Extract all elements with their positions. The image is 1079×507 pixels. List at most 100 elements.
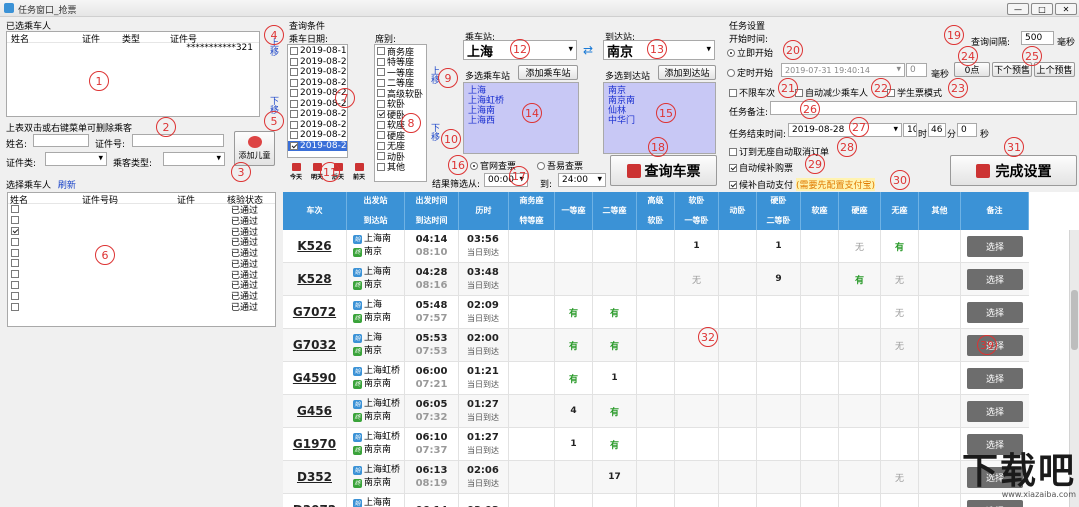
- train-number-link[interactable]: G1970: [293, 437, 336, 451]
- official-radio[interactable]: [470, 161, 478, 170]
- grid-header-cell[interactable]: 动卧: [719, 192, 757, 230]
- grid-header-cell[interactable]: 高级 软卧: [637, 192, 675, 230]
- train-number-link[interactable]: D352: [297, 470, 332, 484]
- table-row[interactable]: G7072 始上海终南京南 05:48 07:57 02:09 当日到达 有 有 无 选择: [283, 296, 1029, 329]
- add-child-button[interactable]: 添加儿童: [234, 131, 275, 166]
- passenger-checkbox[interactable]: [11, 237, 19, 246]
- timed-option[interactable]: 定时开始: [727, 66, 773, 79]
- day-button[interactable]: 后天: [329, 163, 347, 181]
- date-item[interactable]: 2019-08-25: [288, 109, 347, 120]
- to-select[interactable]: 南京: [603, 40, 715, 60]
- train-number-link[interactable]: G4590: [293, 371, 336, 385]
- add-from-station-button[interactable]: 添加乘车站: [518, 65, 578, 80]
- idtype-select[interactable]: [45, 152, 107, 166]
- auto-reduce-checkbox[interactable]: [795, 88, 803, 97]
- timed-radio[interactable]: [727, 68, 735, 77]
- passenger-checkbox[interactable]: [11, 291, 19, 300]
- candidate-option[interactable]: 自动候补购票: [729, 161, 793, 174]
- passenger-checkbox[interactable]: [11, 259, 19, 268]
- grid-header-cell[interactable]: 出发时间 到达时间: [405, 192, 459, 230]
- table-row[interactable]: 已通过: [8, 301, 275, 313]
- grid-header-cell[interactable]: 一等座: [555, 192, 593, 230]
- filter-to-select[interactable]: 24:00: [558, 173, 606, 187]
- train-number-link[interactable]: G7072: [293, 305, 336, 319]
- grid-header-cell[interactable]: 备注: [961, 192, 1029, 230]
- mode-self[interactable]: 吾易查票: [537, 159, 583, 172]
- from-station-list[interactable]: 上海 上海虹桥 上海南 上海西: [463, 82, 579, 154]
- date-item[interactable]: 2019-08-26: [288, 120, 347, 131]
- date-checkbox[interactable]: [290, 68, 298, 77]
- seat-checkbox[interactable]: [377, 68, 385, 77]
- timed-ms-input[interactable]: 0: [906, 63, 927, 77]
- passenger-checkbox[interactable]: [11, 270, 19, 279]
- minimize-button[interactable]: —: [1007, 3, 1029, 15]
- date-checkbox[interactable]: [290, 131, 298, 140]
- date-item[interactable]: 2019-08-27: [288, 130, 347, 141]
- train-number-link[interactable]: G456: [297, 404, 332, 418]
- table-row[interactable]: D3072始上海南终南京06:1403:03选择: [283, 494, 1029, 507]
- train-number-link[interactable]: D3072: [293, 503, 336, 507]
- table-row[interactable]: D352 始上海虹桥终南京南 06:13 08:19 02:06 当日到达 17 无选择: [283, 461, 1029, 494]
- station-item[interactable]: 上海虹桥: [468, 96, 574, 106]
- end-date-input[interactable]: 2019-08-28: [788, 123, 902, 137]
- table-row[interactable]: G1970 始上海虹桥终南京南 06:10 07:37 01:27 当日到达 1 有选择: [283, 428, 1029, 461]
- id-input[interactable]: [132, 134, 224, 147]
- end-minute-input[interactable]: 46: [928, 123, 946, 137]
- seat-list[interactable]: 商务座 特等座 一等座 二等座 高级软卧 软卧 硬卧 软座 硬座 无座 动卧 其他: [374, 44, 427, 182]
- move-down-link[interactable]: 下移: [270, 98, 279, 116]
- grid-header-cell[interactable]: 其他: [919, 192, 961, 230]
- unlimited-checkbox[interactable]: [729, 88, 737, 97]
- ptype-select[interactable]: [163, 152, 225, 166]
- select-train-button[interactable]: 选择: [967, 334, 1023, 356]
- seat-checkbox[interactable]: [377, 110, 385, 119]
- station-item[interactable]: 仙林: [608, 106, 711, 116]
- table-row[interactable]: G4590 始上海虹桥终南京南 06:00 07:21 01:21 当日到达 有 1 选择: [283, 362, 1029, 395]
- date-checkbox[interactable]: [290, 47, 298, 56]
- seat-item[interactable]: 其他: [375, 162, 426, 173]
- date-item[interactable]: 2019-08-28: [288, 140, 347, 151]
- day-button[interactable]: 今天: [287, 163, 305, 181]
- passenger-checkbox[interactable]: [11, 205, 19, 214]
- passenger-checkbox[interactable]: [11, 248, 19, 257]
- seat-checkbox[interactable]: [377, 99, 385, 108]
- seat-move-down-link[interactable]: 下移: [431, 125, 440, 143]
- close-button[interactable]: ✕: [1055, 3, 1077, 15]
- station-item[interactable]: 上海: [468, 86, 574, 96]
- train-number-link[interactable]: K526: [297, 239, 331, 253]
- add-to-station-button[interactable]: 添加到达站: [658, 65, 716, 80]
- grid-header-cell[interactable]: 硬卧 二等卧: [757, 192, 801, 230]
- station-item[interactable]: 中华门: [608, 116, 711, 126]
- seat-checkbox[interactable]: [377, 78, 385, 87]
- grid-header-cell[interactable]: 历时: [459, 192, 509, 230]
- seat-checkbox[interactable]: [377, 141, 385, 150]
- station-item[interactable]: 南京南: [608, 96, 711, 106]
- end-hour-input[interactable]: 10: [903, 123, 917, 137]
- date-item[interactable]: 2019-08-22: [288, 78, 347, 89]
- train-number-link[interactable]: K528: [297, 272, 331, 286]
- day-button[interactable]: 前天: [350, 163, 368, 181]
- train-number-link[interactable]: G7032: [293, 338, 336, 352]
- seat-checkbox[interactable]: [377, 89, 385, 98]
- date-checkbox[interactable]: [290, 141, 298, 150]
- mode-official[interactable]: 官网查票: [470, 159, 516, 172]
- date-checkbox[interactable]: [290, 120, 298, 129]
- select-train-button[interactable]: 选择: [967, 367, 1023, 389]
- remark-input[interactable]: [770, 101, 1077, 115]
- timed-datetime-input[interactable]: 2019-07-31 19:40:14: [781, 63, 905, 77]
- seat-checkbox[interactable]: [377, 57, 385, 66]
- seat-checkbox[interactable]: [377, 47, 385, 56]
- finish-settings-button[interactable]: 完成设置: [950, 155, 1077, 186]
- choose-passengers-table[interactable]: 姓名 证件号码 证件 核验状态 已通过 已通过 已通过 已通过 已通过 已通过 已通过 已通过…: [7, 192, 276, 327]
- from-select[interactable]: 上海: [463, 40, 577, 60]
- passenger-checkbox[interactable]: [11, 216, 19, 225]
- swap-arrows-icon[interactable]: ⇄: [583, 44, 597, 56]
- auto-reduce-option[interactable]: 自动减少乘车人: [795, 86, 868, 99]
- station-item[interactable]: 南京: [608, 86, 711, 96]
- date-item[interactable]: 2019-08-21: [288, 67, 347, 78]
- passenger-checkbox[interactable]: [11, 280, 19, 289]
- grid-header-cell[interactable]: 车次: [283, 192, 347, 230]
- seat-checkbox[interactable]: [377, 131, 385, 140]
- interval-input[interactable]: 500: [1021, 31, 1054, 45]
- next-presale-button[interactable]: 下个预售: [992, 62, 1032, 77]
- to-station-list[interactable]: 南京 南京南 仙林 中华门: [603, 82, 716, 154]
